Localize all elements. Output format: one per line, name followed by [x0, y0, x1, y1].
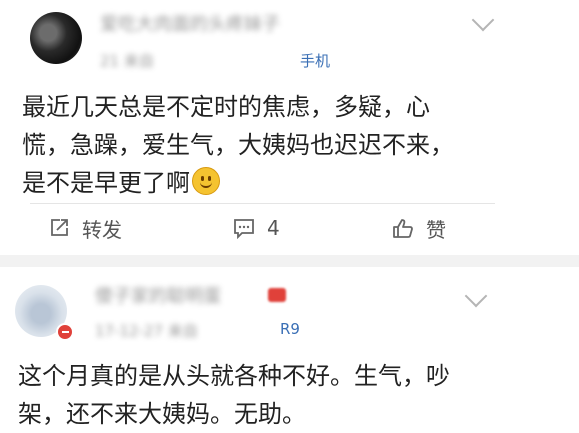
content-line: 是不是早更了啊	[22, 164, 454, 202]
content-line: 这个月真的是从头就各种不好。生气，吵	[18, 362, 450, 390]
device-source: 手机	[300, 52, 331, 70]
chevron-down-icon[interactable]	[464, 284, 488, 308]
chevron-down-icon[interactable]	[471, 8, 495, 32]
post-meta: 21 来自	[100, 52, 154, 70]
comment-count: 4	[267, 216, 280, 240]
post-card: 爱吃大肉面的头疼妹子 21 来自 手机 最近几天总是不定时的焦虑，多疑，心 慌，…	[0, 0, 579, 255]
comment-icon	[234, 219, 254, 239]
post-meta: 17-12-27 来自	[95, 322, 198, 340]
divider	[30, 203, 495, 204]
post-card: 傻子家的聪明蛋 17-12-27 来自 R9 这个月真的是从头就各种不好。生气，…	[0, 270, 579, 428]
post-content: 这个月真的是从头就各种不好。生气，吵 架，还不来大姨妈。无助。	[18, 357, 450, 433]
forward-button[interactable]: 转发	[48, 208, 122, 248]
like-icon	[393, 219, 413, 238]
like-button[interactable]: 赞	[392, 208, 446, 248]
comment-button[interactable]: 4	[233, 208, 280, 248]
avatar[interactable]	[30, 12, 82, 64]
forward-label: 转发	[82, 217, 122, 242]
verified-badge-icon	[56, 323, 74, 341]
forward-icon	[51, 219, 68, 236]
content-line-text: 是不是早更了啊	[22, 169, 190, 197]
post-content: 最近几天总是不定时的焦虑，多疑，心 慌，急躁，爱生气，大姨妈也迟迟不来， 是不是…	[22, 88, 454, 202]
content-line: 架，还不来大姨妈。无助。	[18, 400, 306, 428]
username[interactable]: 爱吃大肉面的头疼妹子	[100, 10, 280, 36]
device-source: R9	[280, 320, 300, 338]
member-badge-icon	[268, 288, 286, 302]
content-line: 慌，急躁，爱生气，大姨妈也迟迟不来，	[22, 131, 454, 159]
username[interactable]: 傻子家的聪明蛋	[95, 282, 221, 308]
content-line: 最近几天总是不定时的焦虑，多疑，心	[22, 93, 430, 121]
like-label: 赞	[426, 217, 446, 242]
section-separator	[0, 255, 579, 267]
smiley-emoji-icon	[192, 167, 220, 195]
